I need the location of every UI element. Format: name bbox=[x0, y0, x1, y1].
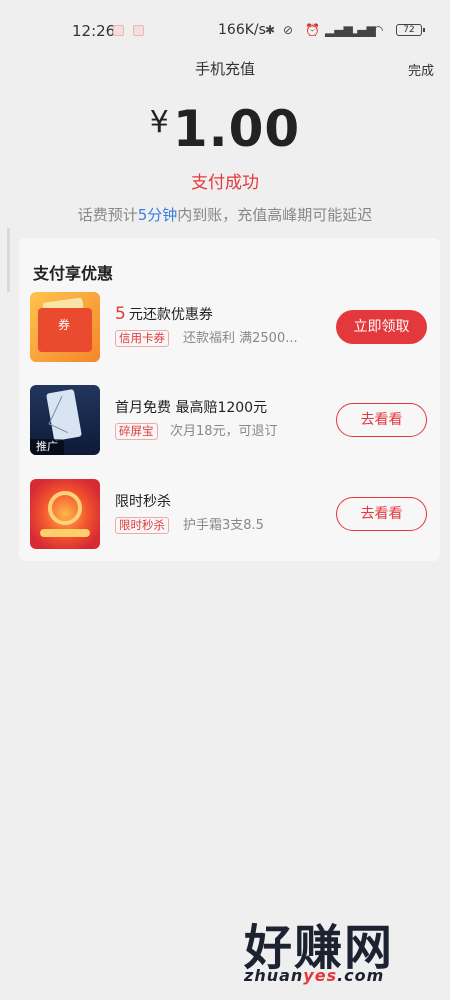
watermark-logo: 好赚网 zhuanyes.com bbox=[236, 900, 450, 1000]
offer-item-screen-protection[interactable]: 推广 首月免费 最高赔1200元 碎屏宝 次月18元，可退订 去看看 bbox=[19, 385, 440, 465]
bluetooth-icon: ✱ bbox=[265, 23, 276, 37]
offer-title-text: 元还款优惠券 bbox=[128, 307, 213, 323]
status-bar: 12:26 166K/s ✱ ⊘ ⏰ ▂▄▆ ▂▄▆ ◠ 72 bbox=[0, 0, 450, 56]
payment-status: 支付成功 bbox=[191, 173, 259, 193]
scroll-indicator[interactable] bbox=[7, 228, 10, 292]
offer-item-repayment-coupon[interactable]: 券 5 元还款优惠券 信用卡券 还款福利 满2500... 立即领取 bbox=[19, 292, 440, 372]
offer-title: 限时秒杀 bbox=[115, 494, 171, 510]
watermark-url-part: zhuan bbox=[244, 966, 304, 985]
offer-desc: 次月18元，可退订 bbox=[170, 424, 278, 439]
offers-title: 支付享优惠 bbox=[33, 264, 114, 283]
payment-amount: ¥1.00 bbox=[0, 100, 450, 158]
page-title: 手机充值 bbox=[194, 60, 255, 78]
flash-sale-icon bbox=[30, 479, 100, 549]
arrival-notice: 话费预计5分钟内到账，充值高峰期可能延迟 bbox=[0, 204, 450, 225]
amount-value: 1.00 bbox=[172, 100, 301, 158]
offer-desc: 护手霜3支8.5 bbox=[183, 518, 264, 533]
offer-tag: 碎屏宝 bbox=[115, 423, 158, 440]
coupon-envelope-icon: 券 bbox=[30, 292, 100, 362]
notice-highlight: 5分钟 bbox=[137, 206, 178, 224]
hd-signal-icon: ▂▄▆ bbox=[348, 23, 376, 37]
wifi-icon: ◠ bbox=[373, 23, 384, 37]
notification-icon bbox=[133, 25, 144, 36]
watermark-url: zhuanyes.com bbox=[244, 966, 384, 985]
promo-label: 推广 bbox=[30, 439, 64, 455]
offer-desc: 还款福利 满2500... bbox=[183, 331, 298, 346]
currency-symbol: ¥ bbox=[149, 105, 169, 140]
notification-icon bbox=[113, 25, 124, 36]
status-time: 12:26 bbox=[72, 22, 116, 40]
cracked-phone-icon: 推广 bbox=[30, 385, 100, 455]
offer-title: 5 元还款优惠券 bbox=[115, 304, 213, 324]
offers-card: 支付享优惠 券 5 元还款优惠券 信用卡券 还款福利 满2500... 立即领取 … bbox=[19, 238, 440, 561]
alarm-icon: ⏰ bbox=[305, 23, 320, 37]
offer-item-flash-sale[interactable]: 限时秒杀 限时秒杀 护手霜3支8.5 去看看 bbox=[19, 479, 440, 559]
watermark-url-part: .com bbox=[337, 966, 385, 985]
watermark-url-highlight: yes bbox=[303, 966, 338, 985]
done-button[interactable]: 完成 bbox=[408, 60, 434, 79]
offer-tag: 信用卡券 bbox=[115, 330, 169, 347]
offer-title: 首月免费 最高赔1200元 bbox=[115, 400, 268, 416]
mute-icon: ⊘ bbox=[283, 23, 294, 37]
notice-prefix: 话费预计 bbox=[77, 206, 138, 224]
offer-tag: 限时秒杀 bbox=[115, 517, 169, 534]
view-button[interactable]: 去看看 bbox=[336, 497, 427, 531]
notice-suffix: 内到账，充值高峰期可能延迟 bbox=[177, 206, 373, 224]
battery-icon: 72 bbox=[396, 24, 425, 36]
view-button[interactable]: 去看看 bbox=[336, 403, 427, 437]
claim-button[interactable]: 立即领取 bbox=[336, 310, 427, 344]
offer-title-number: 5 bbox=[115, 304, 126, 324]
net-speed: 166K/s bbox=[218, 22, 266, 38]
